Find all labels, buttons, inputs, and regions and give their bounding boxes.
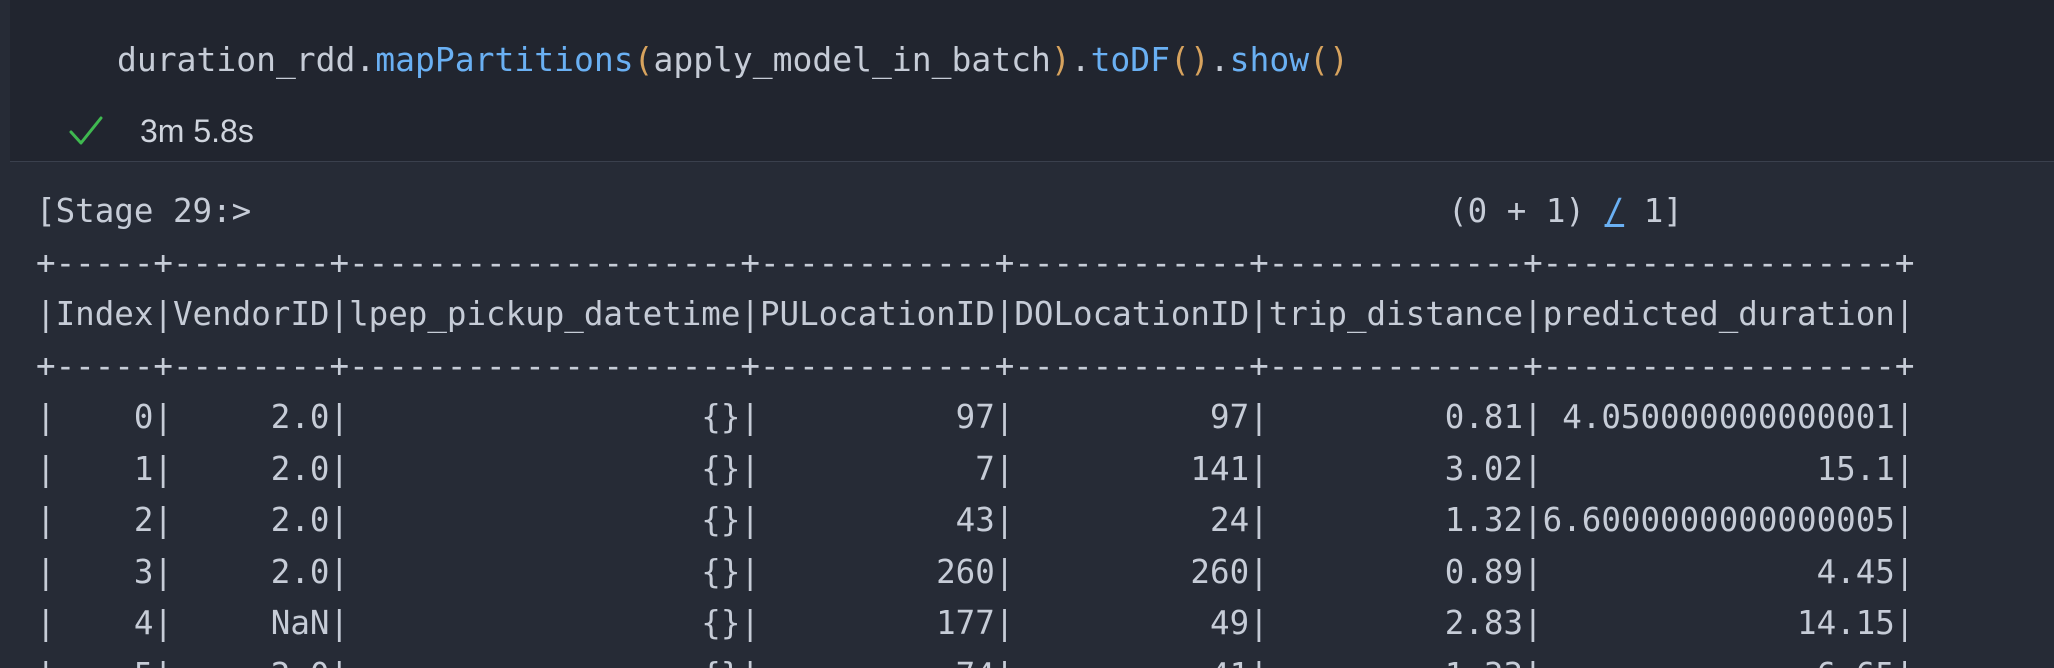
- code-method-map-partitions: mapPartitions: [375, 40, 634, 79]
- table-row: | 4| NaN| {}| 177| 49| 2.83| 14.15|: [36, 604, 1915, 642]
- stage-progress-link[interactable]: /: [1605, 192, 1625, 230]
- table-header: |Index|VendorID|lpep_pickup_datetime|PUL…: [36, 295, 1915, 333]
- code-paren: (: [1309, 40, 1330, 79]
- code-argument: apply_model_in_batch: [653, 40, 1051, 79]
- table-border: +-----+--------+--------------------+---…: [36, 346, 1915, 385]
- code-paren: (: [1170, 40, 1190, 79]
- code-paren: ): [1050, 40, 1071, 79]
- code-method-show: show: [1229, 40, 1310, 79]
- table-border: +-----+--------+--------------------+---…: [36, 243, 1915, 282]
- table-row: | 2| 2.0| {}| 43| 24| 1.32|6.60000000000…: [36, 501, 1915, 539]
- table-row: | 1| 2.0| {}| 7| 141| 3.02| 15.1|: [36, 449, 1915, 488]
- code-object: duration_rdd: [117, 40, 356, 79]
- code-paren: (: [633, 40, 654, 79]
- stage-progress: (0 + 1) / 1]: [1448, 186, 1683, 237]
- table-row: | 5| 2.0| {}| 74| 41| 1.33| 6.65|: [36, 650, 1914, 668]
- stage-progress-prefix: (0 + 1): [1448, 192, 1605, 230]
- code-method-todf: toDF: [1090, 40, 1171, 79]
- check-icon: [67, 112, 105, 150]
- code-line[interactable]: duration_rdd.mapPartitions(apply_model_i…: [117, 36, 1349, 84]
- cell-status: 3m 5.8s: [67, 110, 254, 152]
- code-dot: .: [355, 40, 376, 79]
- table-row: | 0| 2.0| {}| 97| 97| 0.81| 4.0500000000…: [36, 398, 1915, 436]
- notebook-view: duration_rdd.mapPartitions(apply_model_i…: [0, 0, 2054, 668]
- table-row: | 3| 2.0| {}| 260| 260| 0.89| 4.45|: [36, 552, 1915, 591]
- code-dot: .: [1209, 40, 1230, 79]
- execution-time: 3m 5.8s: [140, 112, 254, 149]
- code-paren: ): [1189, 40, 1210, 79]
- stage-progress-suffix: 1]: [1624, 192, 1683, 230]
- code-paren: ): [1329, 40, 1349, 79]
- code-dot: .: [1070, 40, 1091, 79]
- code-cell[interactable]: duration_rdd.mapPartitions(apply_model_i…: [10, 0, 2054, 162]
- stage-label: [Stage 29:>: [36, 192, 252, 230]
